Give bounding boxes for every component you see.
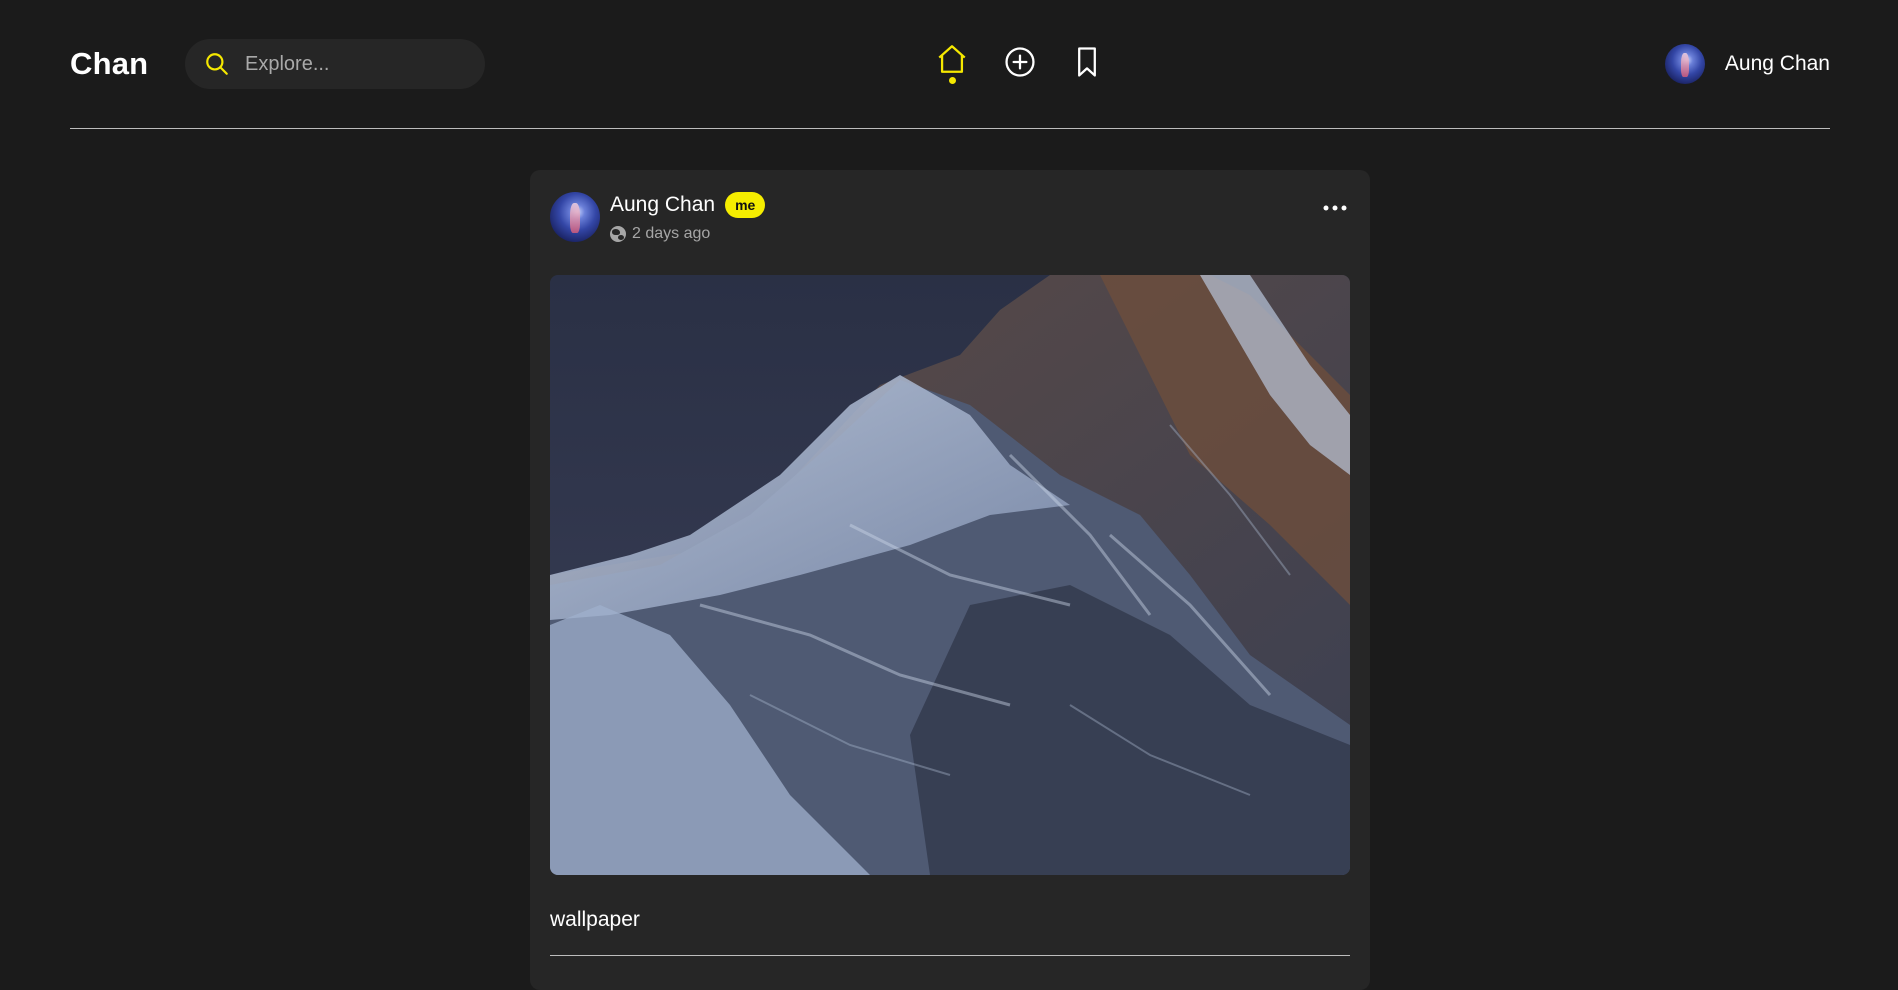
- post-author-avatar[interactable]: [550, 192, 600, 242]
- post-caption: wallpaper: [550, 908, 640, 931]
- post-card: Aung Chan me 2 days ago wallpaper: [530, 170, 1370, 990]
- search-icon: [206, 53, 228, 75]
- more-horizontal-icon[interactable]: [1322, 202, 1348, 214]
- plus-circle-icon[interactable]: [1003, 45, 1037, 79]
- post-author-row: Aung Chan me: [610, 192, 766, 218]
- home-icon[interactable]: [935, 42, 969, 76]
- search-input[interactable]: [245, 39, 465, 89]
- search-bar[interactable]: [185, 39, 485, 89]
- avatar: [1664, 44, 1705, 84]
- brand-logo[interactable]: Chan: [70, 46, 148, 82]
- post-divider: [550, 955, 1350, 956]
- bookmark-icon[interactable]: [1070, 45, 1104, 79]
- active-nav-indicator: [949, 77, 956, 84]
- post-author-name[interactable]: Aung Chan: [610, 193, 715, 217]
- user-profile-menu[interactable]: Aung Chan: [1664, 43, 1830, 85]
- post-timestamp: 2 days ago: [632, 225, 711, 242]
- globe-icon: [610, 226, 626, 242]
- post-meta: 2 days ago: [610, 225, 710, 243]
- post-image[interactable]: [550, 275, 1350, 875]
- top-header: Chan Aung Chan: [70, 0, 1830, 129]
- user-name: Aung Chan: [1724, 52, 1830, 75]
- me-badge: me: [725, 192, 766, 218]
